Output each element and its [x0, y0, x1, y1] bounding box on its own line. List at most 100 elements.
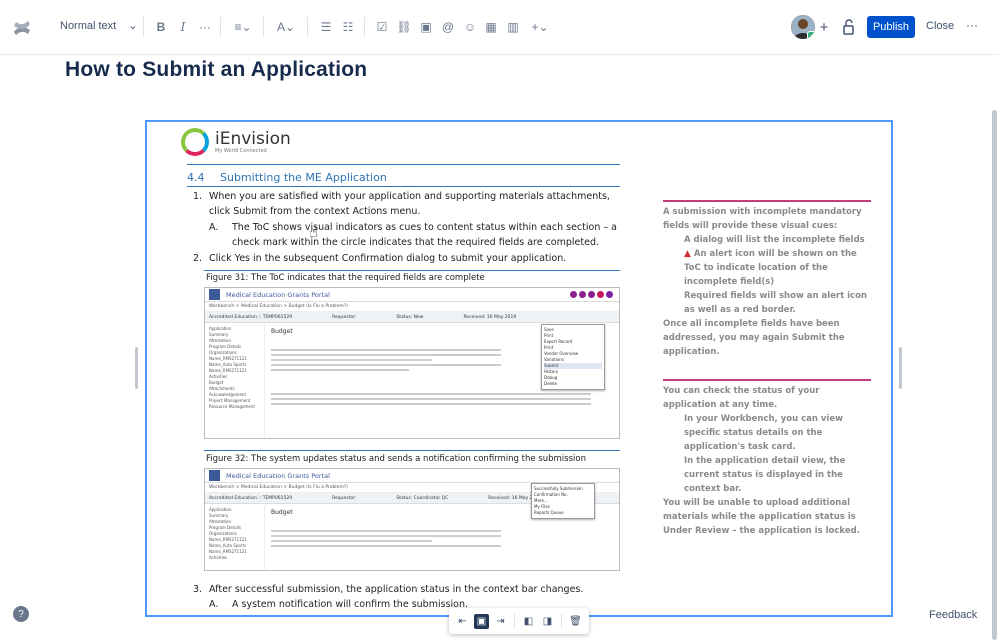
divider — [561, 614, 562, 628]
ctx-text: Requestor: — [332, 496, 357, 501]
more-actions-icon[interactable]: ··· — [966, 18, 978, 32]
bold-icon[interactable]: B — [154, 17, 168, 37]
alert-icon: ▲ — [684, 249, 691, 259]
figure-32-screenshot: Medical Education Grants Portal Workbenc… — [204, 468, 620, 571]
align-right-icon[interactable]: ⇥ — [493, 614, 508, 629]
shot-toc: Application Summary Attestation Program … — [205, 324, 265, 438]
shot-notification-menu: Successfully Submission Confirmation No.… — [531, 483, 595, 519]
note-tail: Once all incomplete fields have been add… — [663, 319, 845, 357]
resize-handle-right[interactable] — [899, 347, 902, 389]
figure-31-screenshot: Medical Education Grants Portal Workbenc… — [204, 287, 620, 439]
note-bullet: In your Workbench, you can view specific… — [684, 414, 843, 452]
step-number: A. — [209, 222, 219, 233]
divider — [187, 164, 620, 165]
italic-icon[interactable]: I — [176, 17, 190, 37]
shot-context-bar: Accredited Education :: TEMP061529 Reque… — [205, 312, 619, 323]
shot-breadcrumb: Workbench > Medical Education > Budget (… — [205, 302, 619, 312]
app-logo-icon — [209, 289, 220, 300]
emoji-icon[interactable]: ☺ — [462, 17, 478, 37]
ctx-text: Accredited Education :: TEMP061529 — [209, 496, 293, 501]
portal-title: Medical Education Grants Portal — [226, 471, 330, 480]
image-layout-toolbar: ⇤ ▣ ⇥ ◧ ◨ 🗑 — [449, 608, 589, 634]
help-button[interactable]: ? — [13, 606, 29, 622]
align-left-icon[interactable]: ⇤ — [455, 614, 470, 629]
image-icon[interactable]: ▣ — [418, 17, 434, 37]
note-rule — [663, 379, 871, 381]
step-text: The ToC shows visual indicators as cues … — [232, 222, 617, 248]
shot-toc: Application Summary Attestation Program … — [205, 505, 265, 570]
ctx-text: Status: Coordinator QC — [396, 496, 449, 501]
embedded-document: iEnvision My World Connected 4.4 Submitt… — [147, 122, 891, 615]
menu-item: Reports Queue — [534, 510, 564, 515]
insert-icon[interactable]: +⌄ — [529, 17, 551, 37]
step-number: 2. — [193, 253, 203, 264]
wrap-right-icon[interactable]: ◨ — [540, 614, 555, 629]
note-bullet-text: An alert icon will be shown on the ToC t… — [684, 249, 857, 287]
publish-button[interactable]: Publish — [867, 16, 915, 38]
note-lead: You can check the status of your applica… — [663, 386, 820, 410]
divider — [220, 17, 221, 37]
divider — [364, 17, 365, 37]
align-center-icon[interactable]: ▣ — [474, 613, 489, 629]
restrictions-lock-icon[interactable] — [843, 19, 857, 35]
step-number: A. — [209, 599, 219, 610]
divider — [204, 450, 620, 451]
text-style-dropdown[interactable]: Normal text ⌄ — [60, 19, 138, 33]
note-bullet: ▲ An alert icon will be shown on the ToC… — [663, 247, 871, 289]
step-number: 3. — [193, 584, 203, 595]
scrollbar[interactable] — [992, 110, 997, 640]
page-title[interactable]: How to Submit an Application — [65, 58, 367, 82]
confluence-logo-icon[interactable] — [12, 18, 32, 38]
delete-icon[interactable]: 🗑 — [568, 614, 583, 629]
bullet-list-icon[interactable]: ☰ — [318, 17, 334, 37]
layout-icon[interactable]: ▥ — [505, 17, 521, 37]
figure-31-caption: Figure 31: The ToC indicates that the re… — [206, 273, 485, 283]
section-number: 4.4 — [187, 171, 205, 184]
table-icon[interactable]: ▦ — [483, 17, 499, 37]
note-rule — [663, 200, 871, 202]
more-formatting-icon[interactable]: ··· — [197, 17, 213, 37]
numbered-list-icon[interactable]: ☷ — [340, 17, 356, 37]
figure-32-caption: Figure 32: The system updates status and… — [206, 454, 586, 464]
step-text: After successful submission, the applica… — [209, 584, 584, 595]
avatar[interactable] — [791, 15, 815, 39]
note-bullet: A dialog will list the incomplete fields — [684, 235, 865, 245]
divider — [307, 17, 308, 37]
link-icon[interactable]: ⛓ — [396, 17, 412, 37]
selected-image[interactable]: iEnvision My World Connected 4.4 Submitt… — [145, 120, 893, 617]
app-logo-icon — [209, 470, 220, 481]
side-note-status: You can check the status of your applica… — [663, 384, 871, 538]
ctx-text: Status: New — [396, 315, 424, 320]
toc-item: Resource Management — [209, 404, 255, 409]
task-icon[interactable]: ☑ — [374, 17, 390, 37]
ctx-text: Received: 16 May 2019 — [463, 315, 517, 320]
presence-badge-icon — [807, 31, 815, 39]
invite-plus-icon[interactable]: + — [817, 17, 831, 37]
close-button[interactable]: Close — [926, 20, 954, 32]
align-icon[interactable]: ≡⌄ — [231, 17, 255, 37]
note-bullet: Required fields will show an alert icon … — [684, 291, 867, 315]
step-number: 1. — [193, 191, 203, 202]
portal-title: Medical Education Grants Portal — [226, 290, 330, 299]
chevron-down-icon: ⌄ — [128, 20, 138, 32]
ctx-text: Requestor: — [332, 315, 357, 320]
ctx-text: Accredited Education :: TEMP061529 — [209, 315, 293, 320]
text-color-icon[interactable]: A⌄ — [274, 17, 298, 37]
divider — [143, 17, 144, 37]
step-text: When you are satisfied with your applica… — [209, 191, 610, 217]
wrap-left-icon[interactable]: ◧ — [521, 614, 536, 629]
ienvision-logo: iEnvision My World Connected — [181, 128, 291, 156]
resize-handle-left[interactable] — [135, 347, 138, 389]
ienvision-ring-icon — [181, 128, 209, 156]
divider — [514, 614, 515, 628]
section-title: Submitting the ME Application — [220, 171, 387, 184]
menu-item: Delete — [544, 381, 558, 386]
toc-item: Activities — [209, 555, 228, 560]
shot-actions-menu: Save Print Export Record Print Vendor Ov… — [541, 324, 605, 390]
note-lead: A submission with incomplete mandatory f… — [663, 207, 862, 231]
note-tail: You will be unable to upload additional … — [663, 498, 860, 536]
mention-icon[interactable]: @ — [440, 17, 456, 37]
header-icons — [570, 291, 619, 298]
feedback-link[interactable]: Feedback — [929, 609, 977, 621]
logo-name: iEnvision — [215, 129, 291, 149]
